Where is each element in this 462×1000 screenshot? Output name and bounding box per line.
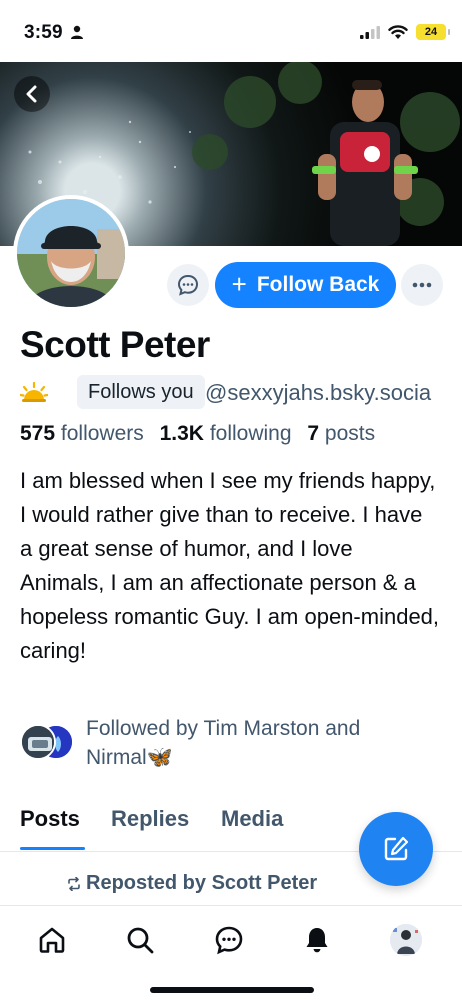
following-label: following <box>209 422 292 445</box>
battery-level: 24 <box>424 26 438 38</box>
status-indicators: 24 <box>360 24 450 40</box>
repost-indicator[interactable]: Reposted by Scott Peter <box>66 872 317 895</box>
following-stat[interactable]: 1.3K following <box>160 422 308 445</box>
status-time: 3:59 <box>24 22 63 43</box>
tab-posts[interactable]: Posts <box>20 806 80 832</box>
bottom-navigation <box>0 905 462 1000</box>
back-button[interactable] <box>14 76 50 112</box>
message-button[interactable] <box>167 264 209 306</box>
compose-icon <box>384 836 409 861</box>
tab-replies[interactable]: Replies <box>111 806 189 832</box>
following-count: 1.3K <box>159 422 204 445</box>
wifi-icon <box>388 24 408 39</box>
avatar-image <box>17 199 125 307</box>
ellipsis-icon <box>412 282 432 288</box>
signal-icon <box>360 26 380 39</box>
followers-stat[interactable]: 575 followers <box>20 422 160 445</box>
followed-by-line2: Nirmal🦋 <box>86 746 173 769</box>
follows-you-badge: Follows you <box>77 375 205 409</box>
home-indicator <box>150 987 314 993</box>
profile-handle: @sexxyjahs.bsky.socia <box>205 380 432 405</box>
person-icon <box>71 25 83 39</box>
posts-stat: 7 posts <box>307 422 385 445</box>
chat-bubble-icon <box>177 274 199 296</box>
chat-icon <box>215 926 243 955</box>
profile-bio: I am blessed when I see my friends happy… <box>20 468 440 663</box>
followed-by-line1: Followed by Tim Marston and <box>86 717 361 740</box>
nav-notifications[interactable] <box>299 922 335 958</box>
nav-search[interactable] <box>122 922 158 958</box>
follow-back-label: Follow Back <box>256 273 380 296</box>
profile-meta-row: Follows you @sexxyjahs.bsky.socia <box>20 374 462 410</box>
repost-label: Reposted by Scott Peter <box>86 872 318 894</box>
profile-avatar[interactable] <box>13 195 129 311</box>
search-icon <box>127 927 154 954</box>
nav-profile[interactable] <box>388 922 424 958</box>
nav-home[interactable] <box>34 922 70 958</box>
profile-stats: 575 followers 1.3K following 7 posts <box>20 422 385 446</box>
followers-count: 575 <box>20 422 56 445</box>
plus-icon: + <box>231 269 247 299</box>
posts-count: 7 <box>307 422 320 445</box>
followed-by-text: Followed by Tim Marston and Nirmal🦋 <box>86 714 360 772</box>
chevron-left-icon <box>26 85 37 103</box>
follow-back-button[interactable]: + Follow Back <box>215 262 396 308</box>
follower-avatar <box>20 724 56 760</box>
followers-label: followers <box>60 422 144 445</box>
repost-icon <box>68 876 80 891</box>
bell-icon <box>306 928 328 953</box>
posts-label: posts <box>324 422 376 445</box>
active-tab-indicator <box>20 847 85 850</box>
tab-media[interactable]: Media <box>221 806 283 832</box>
followed-by-row[interactable]: Followed by Tim Marston and Nirmal🦋 <box>20 714 450 774</box>
nav-messages[interactable] <box>211 922 247 958</box>
sun-emoji-icon <box>20 382 48 402</box>
status-bar: 3:59 24 <box>0 0 462 62</box>
profile-name: Scott Peter <box>20 324 210 365</box>
compose-button[interactable] <box>359 812 433 886</box>
profile-avatar-small <box>390 924 422 956</box>
battery-indicator: 24 <box>416 24 450 40</box>
more-options-button[interactable] <box>401 264 443 306</box>
home-icon <box>39 927 65 953</box>
